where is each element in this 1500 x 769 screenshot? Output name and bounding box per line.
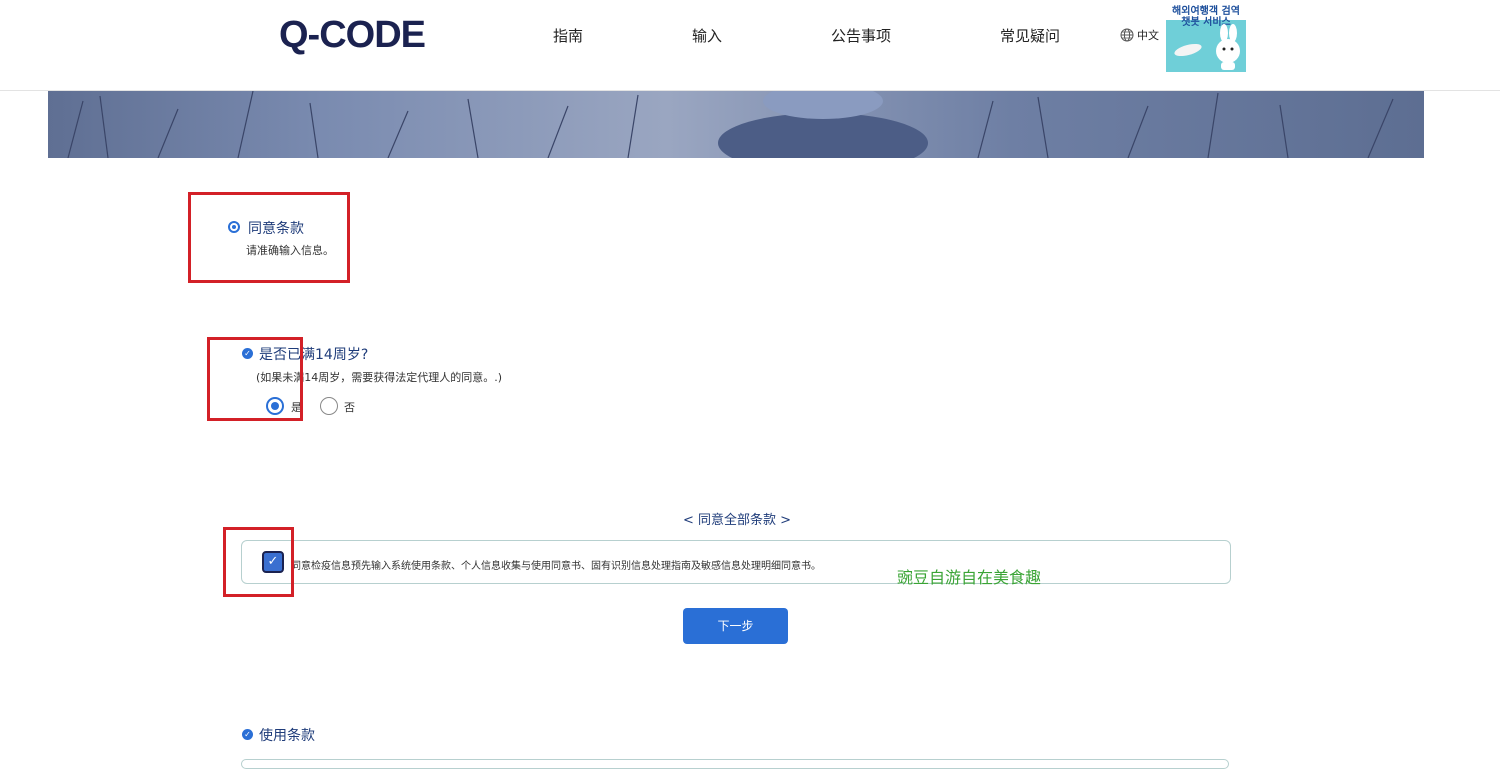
age-no-label: 否 bbox=[344, 401, 355, 414]
age-no-radio[interactable] bbox=[320, 397, 338, 415]
agree-all-title: < 同意全部条款 > bbox=[683, 513, 792, 528]
reed-field-image bbox=[67, 91, 1394, 158]
annotation-box-2 bbox=[207, 337, 303, 421]
globe-icon bbox=[1120, 28, 1134, 42]
site-logo[interactable]: Q-CODE bbox=[279, 14, 426, 57]
site-header: Q-CODE 指南 输入 公告事项 常见疑问 中文 해외여행객 검역 챗봇 서비… bbox=[0, 0, 1500, 91]
hero-banner bbox=[48, 91, 1424, 158]
language-selector[interactable]: 中文 bbox=[1120, 27, 1159, 43]
language-label: 中文 bbox=[1137, 29, 1159, 42]
nav-notices[interactable]: 公告事项 bbox=[831, 25, 891, 46]
nav-input[interactable]: 输入 bbox=[692, 25, 722, 46]
agree-all-text: 同意检疫信息预先输入系统使用条款、个人信息收集与使用同意书、固有识别信息处理指南… bbox=[291, 561, 821, 572]
nav-guide[interactable]: 指南 bbox=[553, 25, 583, 46]
annotation-box-1 bbox=[188, 192, 350, 283]
chatbot-banner[interactable]: 해외여행객 검역 챗봇 서비스 bbox=[1166, 0, 1246, 72]
annotation-box-3 bbox=[223, 527, 294, 597]
usage-terms-box bbox=[241, 759, 1229, 769]
watermark-text: 豌豆自游自在美食趣 bbox=[897, 568, 1042, 587]
usage-terms-title: 使用条款 bbox=[259, 728, 315, 744]
rabbit-mascot-icon bbox=[1174, 24, 1240, 70]
nav-faq[interactable]: 常见疑问 bbox=[1000, 25, 1060, 46]
check-bullet-icon: ✓ bbox=[242, 729, 253, 740]
next-button[interactable]: 下一步 bbox=[683, 608, 788, 644]
